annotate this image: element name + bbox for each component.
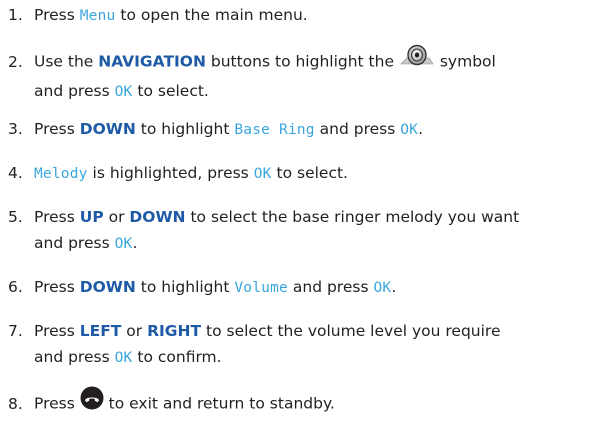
step-text: Use the — [34, 52, 99, 71]
step-5: 5. Press UP or DOWN to select the base ri… — [8, 204, 588, 257]
step-continuation: and press OK. — [8, 230, 588, 257]
key-name: UP — [79, 208, 104, 226]
step-text: Press — [34, 6, 80, 24]
step-number: 2. — [8, 52, 23, 71]
key-name: DOWN — [129, 208, 186, 226]
display-text: OK — [114, 84, 133, 100]
display-text: Melody — [34, 166, 88, 182]
display-text: OK — [400, 122, 419, 138]
display-text: Base Ring — [234, 122, 315, 138]
step-text: Press — [34, 394, 80, 413]
step-number: 5. — [8, 208, 23, 226]
step-text: Press — [34, 208, 80, 226]
step-text: buttons to highlight the — [205, 52, 399, 71]
step-number: 6. — [8, 278, 23, 296]
step-number: 1. — [8, 6, 23, 24]
step-text: Press — [34, 278, 80, 296]
step-text: . — [418, 120, 424, 138]
step-text: and press — [34, 82, 115, 100]
display-text: Volume — [234, 280, 288, 296]
step-text: or — [103, 208, 130, 226]
speaker-icon — [399, 44, 435, 76]
key-name: DOWN — [79, 120, 136, 138]
step-text: and press — [34, 234, 115, 252]
step-text: to highlight — [135, 120, 235, 138]
step-number: 4. — [8, 164, 23, 182]
display-text: OK — [253, 166, 272, 182]
step-number: 8. — [8, 394, 23, 413]
step-7: 7. Press LEFT or RIGHT to select the volu… — [8, 318, 588, 371]
step-text: is highlighted, press — [87, 164, 254, 182]
key-name: NAVIGATION — [98, 52, 206, 71]
step-continuation: and press OK to confirm. — [8, 344, 588, 371]
step-text: or — [121, 322, 148, 340]
display-text: OK — [114, 350, 133, 366]
step-2: 2. Use the NAVIGATION buttons to highligh… — [8, 44, 588, 105]
step-text: to select. — [132, 82, 209, 100]
step-text: and press — [34, 348, 115, 366]
display-text: Menu — [79, 8, 116, 24]
step-text: Press — [34, 120, 80, 138]
step-text: to highlight — [135, 278, 235, 296]
step-text: to exit and return to standby. — [103, 394, 335, 413]
step-text: symbol — [434, 52, 496, 71]
step-1: 1. Press Menu to open the main menu. — [8, 2, 588, 29]
step-text: . — [132, 234, 138, 252]
step-number: 3. — [8, 120, 23, 138]
step-text: and press — [287, 278, 374, 296]
key-name: LEFT — [79, 322, 122, 340]
display-text: OK — [114, 236, 133, 252]
step-text: to confirm. — [132, 348, 222, 366]
step-text: to select the base ringer melody you wan… — [185, 208, 520, 226]
step-6: 6. Press DOWN to highlight Volume and pre… — [8, 274, 588, 301]
step-continuation: and press OK to select. — [8, 78, 588, 105]
step-text: to select. — [271, 164, 348, 182]
step-text: and press — [314, 120, 401, 138]
step-text: to open the main menu. — [115, 6, 308, 24]
step-8: 8. Press to exit and return to standby. — [8, 386, 588, 420]
step-text: . — [391, 278, 397, 296]
step-3: 3. Press DOWN to highlight Base Ring and … — [8, 116, 588, 143]
end-call-icon — [80, 386, 104, 418]
step-text: Press — [34, 322, 80, 340]
step-4: 4. Melody is highlighted, press OK to sel… — [8, 160, 588, 187]
display-text: OK — [373, 280, 392, 296]
key-name: DOWN — [79, 278, 136, 296]
key-name: RIGHT — [147, 322, 202, 340]
step-number: 7. — [8, 322, 23, 340]
step-text: to select the volume level you require — [201, 322, 501, 340]
